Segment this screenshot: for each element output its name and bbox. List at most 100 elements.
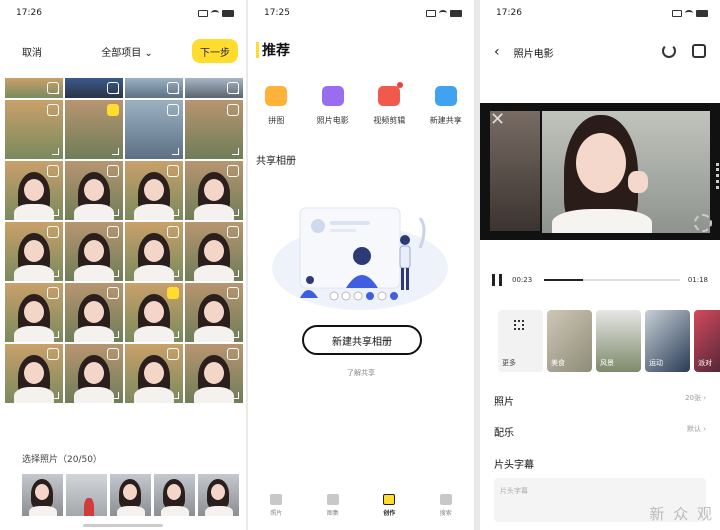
- expand-icon[interactable]: [52, 270, 59, 277]
- tab-item[interactable]: 搜索: [426, 494, 466, 517]
- select-checkbox[interactable]: [107, 287, 119, 299]
- expand-icon[interactable]: [232, 148, 239, 155]
- expand-icon[interactable]: [172, 87, 179, 94]
- expand-icon[interactable]: [112, 331, 119, 338]
- selected-thumbnail[interactable]: [110, 474, 151, 516]
- select-checkbox[interactable]: [47, 104, 59, 116]
- photo-cell[interactable]: [185, 222, 243, 281]
- photo-cell[interactable]: [185, 78, 243, 98]
- select-checkbox[interactable]: [227, 104, 239, 116]
- expand-icon[interactable]: [52, 392, 59, 399]
- selected-thumbnail[interactable]: [198, 474, 239, 516]
- close-icon[interactable]: ✕: [490, 109, 505, 130]
- music-row[interactable]: 配乐 默认 ›: [494, 424, 706, 439]
- expand-icon[interactable]: [172, 392, 179, 399]
- learn-sharing-link[interactable]: 了解共享: [248, 368, 474, 378]
- expand-icon[interactable]: [172, 331, 179, 338]
- expand-icon[interactable]: [52, 331, 59, 338]
- expand-icon[interactable]: [172, 270, 179, 277]
- select-checkbox[interactable]: [167, 287, 179, 299]
- selected-thumbnail[interactable]: [22, 474, 63, 516]
- photo-cell[interactable]: [185, 161, 243, 220]
- tool-item[interactable]: 拼图: [250, 86, 302, 126]
- photo-cell[interactable]: [185, 100, 243, 159]
- album-selector[interactable]: 全部项目 ⌄: [101, 44, 153, 59]
- next-step-button[interactable]: 下一步: [192, 39, 238, 63]
- photo-cell[interactable]: [125, 78, 183, 98]
- tool-item[interactable]: 视频剪辑: [363, 82, 415, 126]
- photos-row[interactable]: 照片 20张 ›: [494, 393, 706, 408]
- select-checkbox[interactable]: [167, 348, 179, 360]
- photo-cell[interactable]: [125, 344, 183, 403]
- photo-cell[interactable]: [125, 100, 183, 159]
- photo-cell[interactable]: [125, 283, 183, 342]
- tab-item[interactable]: 照片: [256, 494, 296, 517]
- theme-item[interactable]: 更多: [498, 310, 543, 372]
- expand-icon[interactable]: [52, 87, 59, 94]
- expand-icon[interactable]: [52, 148, 59, 155]
- theme-item[interactable]: 风景: [596, 310, 641, 372]
- select-checkbox[interactable]: [227, 226, 239, 238]
- expand-icon[interactable]: [232, 209, 239, 216]
- rotate-icon[interactable]: [662, 44, 676, 58]
- photo-cell[interactable]: [5, 344, 63, 403]
- new-shared-album-button[interactable]: 新建共享相册: [302, 325, 422, 355]
- photo-cell[interactable]: [65, 344, 123, 403]
- tab-item[interactable]: 图集: [313, 494, 353, 517]
- selected-thumbnail[interactable]: [154, 474, 195, 516]
- photo-cell[interactable]: [5, 78, 63, 98]
- select-checkbox[interactable]: [47, 287, 59, 299]
- expand-icon[interactable]: [112, 209, 119, 216]
- back-arrow-icon[interactable]: ‹: [494, 44, 500, 60]
- save-icon[interactable]: [692, 44, 706, 58]
- expand-icon[interactable]: [232, 331, 239, 338]
- photo-cell[interactable]: [65, 100, 123, 159]
- expand-icon[interactable]: [232, 392, 239, 399]
- select-checkbox[interactable]: [107, 165, 119, 177]
- video-preview[interactable]: ✕: [480, 103, 720, 240]
- selected-thumbnail[interactable]: [66, 474, 107, 516]
- photo-cell[interactable]: [65, 283, 123, 342]
- photo-cell[interactable]: [65, 78, 123, 98]
- expand-icon[interactable]: [172, 148, 179, 155]
- expand-icon[interactable]: [112, 87, 119, 94]
- select-checkbox[interactable]: [167, 104, 179, 116]
- progress-track[interactable]: [544, 279, 680, 281]
- theme-item[interactable]: 运动: [645, 310, 690, 372]
- photo-cell[interactable]: [185, 283, 243, 342]
- tool-item[interactable]: 照片电影: [307, 86, 359, 126]
- photo-cell[interactable]: [185, 344, 243, 403]
- expand-icon[interactable]: [232, 87, 239, 94]
- select-checkbox[interactable]: [107, 226, 119, 238]
- photo-cell[interactable]: [65, 222, 123, 281]
- select-checkbox[interactable]: [47, 226, 59, 238]
- expand-icon[interactable]: [232, 270, 239, 277]
- expand-icon[interactable]: [112, 392, 119, 399]
- select-checkbox[interactable]: [227, 287, 239, 299]
- photo-cell[interactable]: [125, 222, 183, 281]
- photo-cell[interactable]: [5, 100, 63, 159]
- photo-cell[interactable]: [5, 222, 63, 281]
- select-checkbox[interactable]: [167, 226, 179, 238]
- photo-cell[interactable]: [5, 283, 63, 342]
- expand-icon[interactable]: [172, 209, 179, 216]
- cancel-button[interactable]: 取消: [22, 44, 42, 59]
- select-checkbox[interactable]: [107, 348, 119, 360]
- photo-cell[interactable]: [65, 161, 123, 220]
- expand-icon[interactable]: [52, 209, 59, 216]
- photo-cell[interactable]: [125, 161, 183, 220]
- theme-item[interactable]: 美食: [547, 310, 592, 372]
- select-checkbox[interactable]: [167, 165, 179, 177]
- expand-icon[interactable]: [112, 270, 119, 277]
- select-checkbox[interactable]: [107, 104, 119, 116]
- select-checkbox[interactable]: [227, 165, 239, 177]
- select-checkbox[interactable]: [47, 348, 59, 360]
- tab-item[interactable]: 创作: [369, 494, 409, 517]
- select-checkbox[interactable]: [227, 348, 239, 360]
- theme-item[interactable]: 派对: [694, 310, 720, 372]
- expand-icon[interactable]: [112, 148, 119, 155]
- select-checkbox[interactable]: [47, 165, 59, 177]
- tool-item[interactable]: 新建共享: [420, 86, 472, 126]
- pause-icon[interactable]: [492, 274, 502, 286]
- photo-cell[interactable]: [5, 161, 63, 220]
